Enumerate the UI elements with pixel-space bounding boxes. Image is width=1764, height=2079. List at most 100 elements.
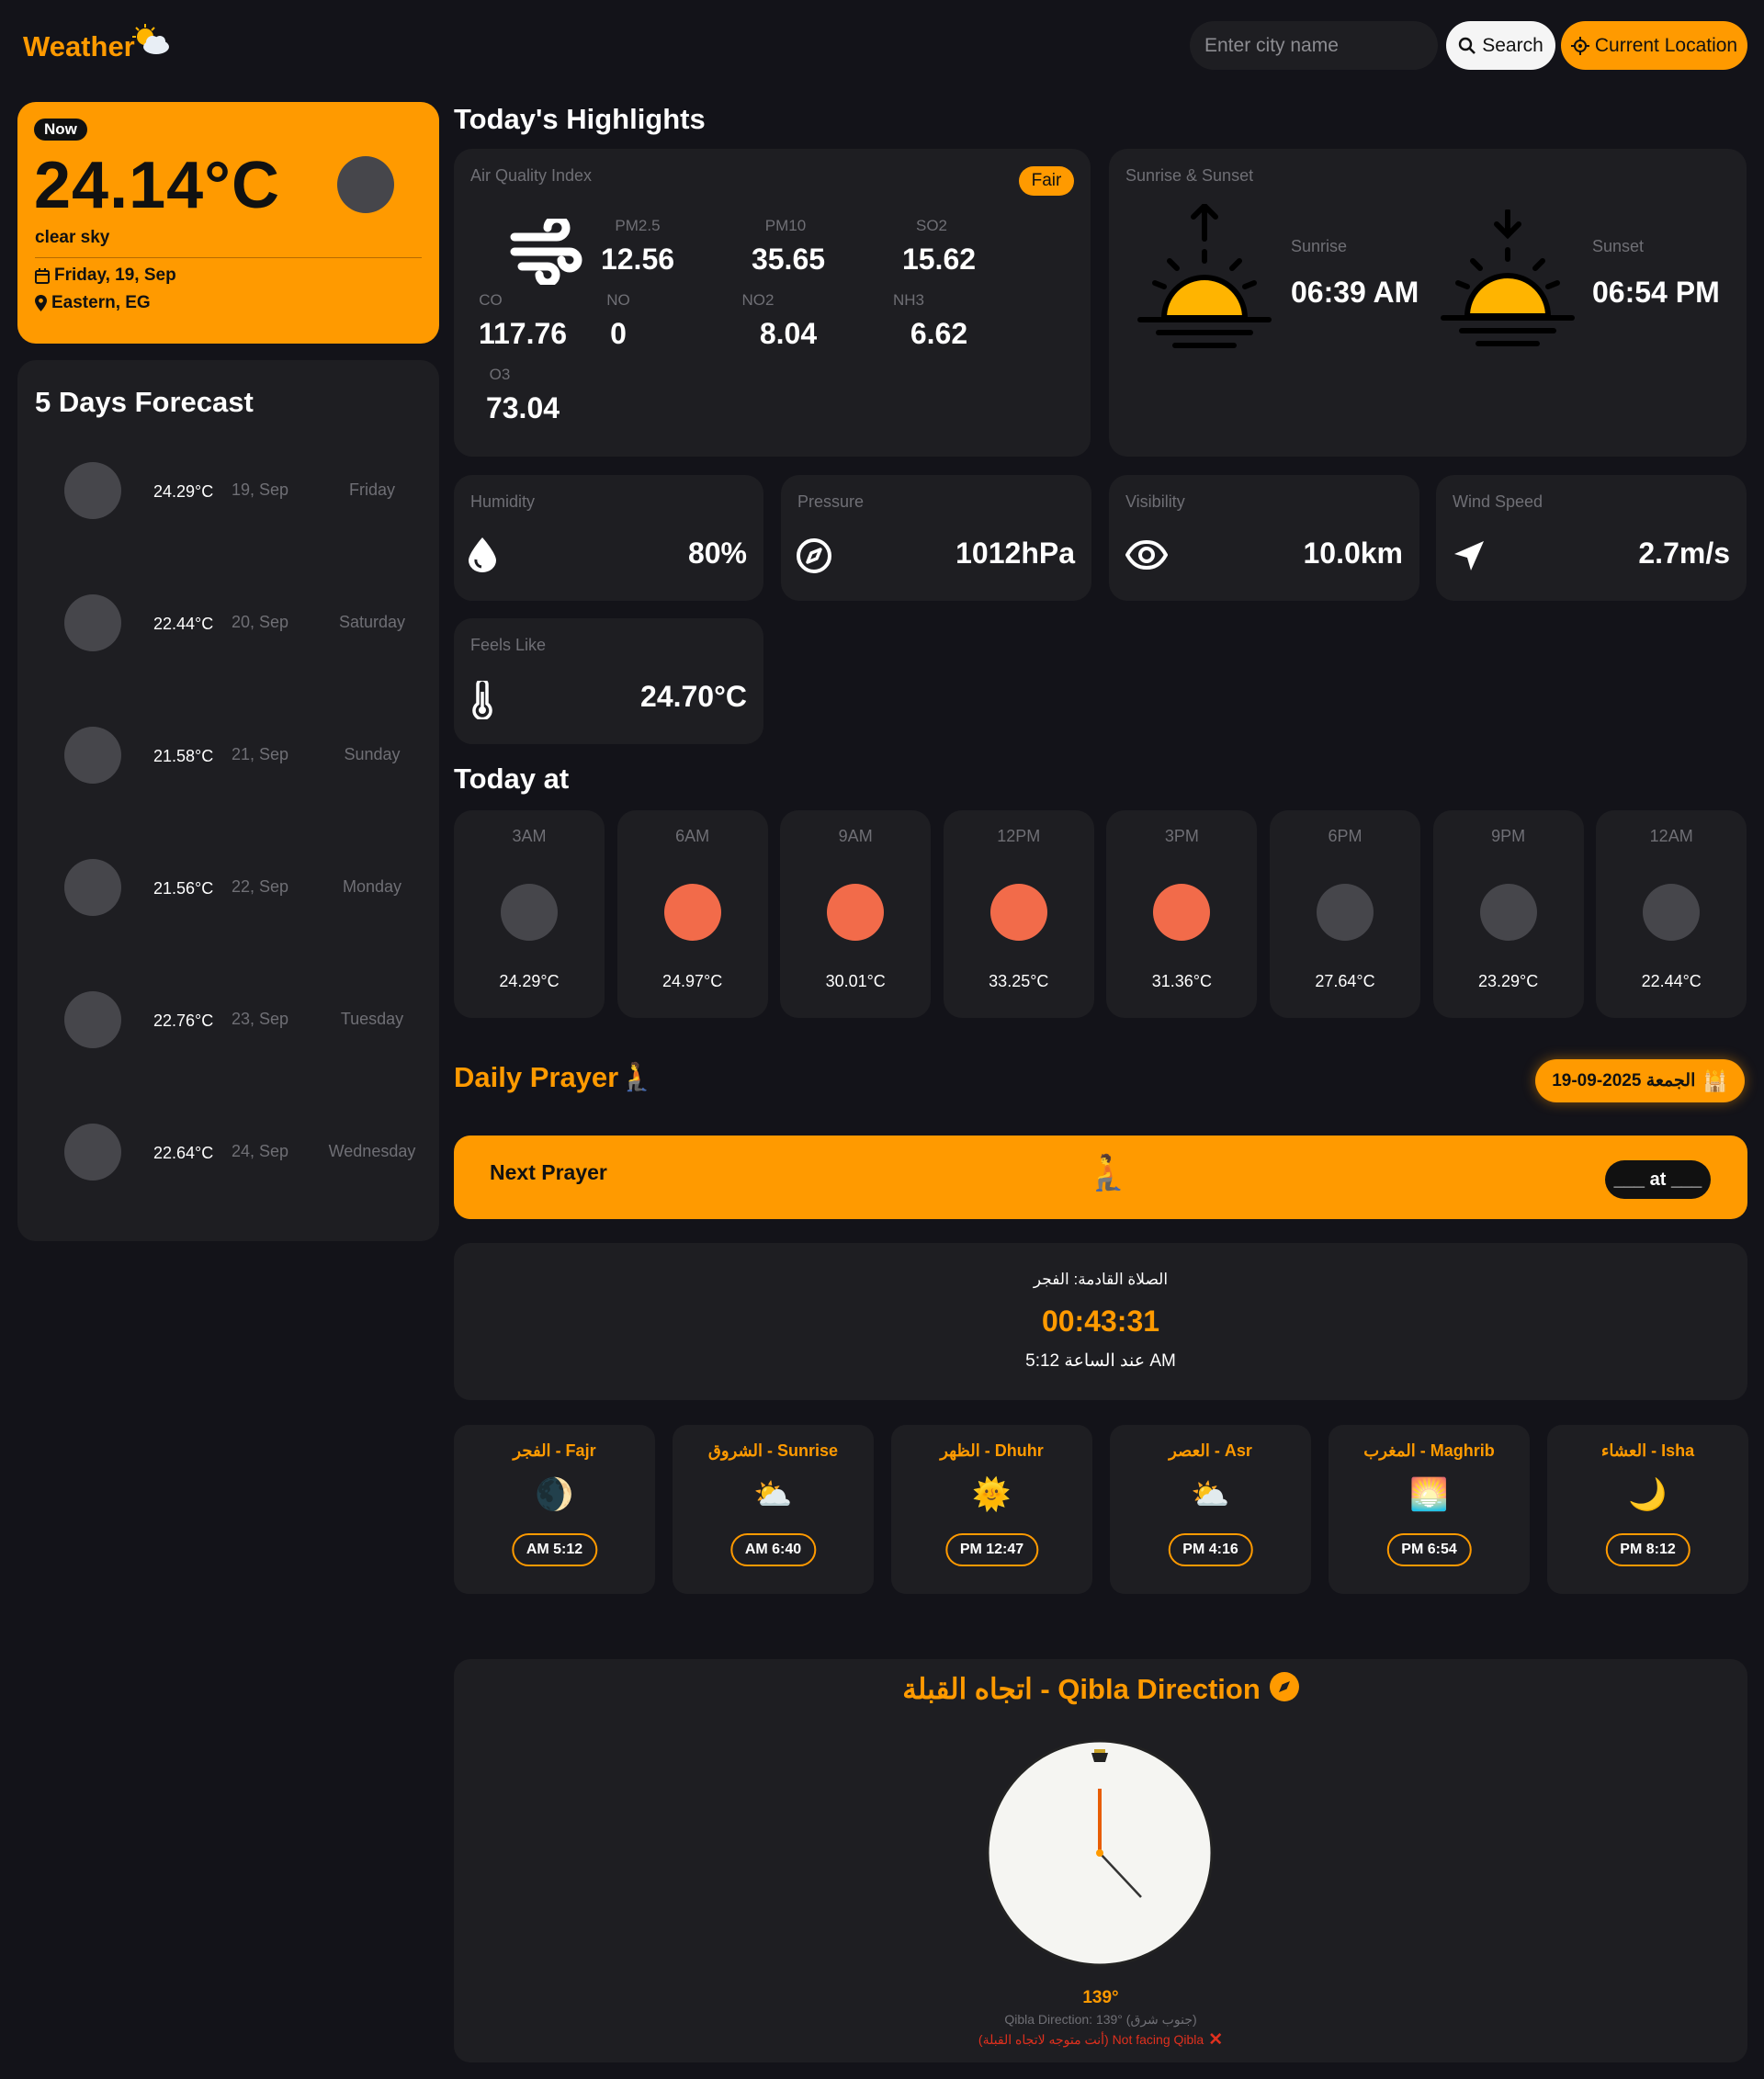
compass-icon: [796, 537, 832, 579]
forecast-row: 21.58°C 21, Sep Sunday: [17, 727, 439, 784]
moon-icon: [501, 884, 558, 941]
nh3-value: 6.62: [910, 317, 968, 350]
sunset-time: 06:54 PM: [1592, 276, 1720, 309]
qibla-title: اتجاه القبلة - Qibla Direction: [902, 1672, 1261, 1705]
prayer-time-card: الفجر - Fajr 🌒 AM 5:12: [454, 1425, 655, 1594]
moon-icon: [1317, 884, 1374, 941]
prayer-name: المغرب - Maghrib: [1363, 1441, 1495, 1460]
hour-temp: 27.64°C: [1315, 972, 1375, 990]
visibility-card: Visibility 10.0km: [1109, 475, 1419, 601]
forecast-date: 24, Sep: [231, 1142, 289, 1160]
prayer-time: PM 6:54: [1386, 1533, 1472, 1566]
forecast-day: Sunday: [344, 745, 401, 763]
prayer-icon: ⛅: [753, 1477, 793, 1512]
sun-icon: [1153, 884, 1211, 941]
forecast-card: 5 Days Forecast 24.29°C 19, Sep Friday 2…: [17, 360, 439, 1241]
mosque-icon: 🕌: [1702, 1068, 1728, 1092]
search-button[interactable]: Search: [1446, 21, 1555, 70]
visibility-label: Visibility: [1125, 492, 1185, 511]
hourly-card: 6AM 24.97°C: [616, 810, 768, 1018]
current-location-label: Current Location: [1594, 34, 1738, 56]
hour-time: 3PM: [1164, 827, 1199, 845]
forecast-temp: 21.58°C: [153, 747, 214, 765]
countdown-timer: 00:43:31: [1041, 1305, 1160, 1338]
prayer-name: الشروق - Sunrise: [707, 1441, 839, 1460]
so2-name: SO2: [915, 217, 948, 234]
weather-icon: [64, 462, 121, 519]
prayer-time-card: المغرب - Maghrib 🌅 PM 6:54: [1329, 1425, 1530, 1594]
partly-cloudy-icon: [132, 24, 171, 57]
hour-temp: 30.01°C: [825, 972, 886, 990]
hourly-card: 12PM 33.25°C: [943, 810, 1094, 1018]
hourly-card: 9AM 30.01°C: [780, 810, 932, 1018]
countdown-at: عند الساعة 5:12 AM: [1025, 1351, 1176, 1371]
prayer-icon: 🌒: [535, 1477, 574, 1512]
pm10-value: 35.65: [751, 243, 826, 276]
prayer-icon: 🌞: [972, 1477, 1012, 1512]
qibla-degrees: 139°: [1082, 1988, 1119, 2007]
location-text: Eastern, EG: [51, 293, 151, 312]
pm10-name: PM10: [764, 217, 807, 234]
sunrise-sunset-card: Sunrise & Sunset Sunrise 06:39 AM Sunset…: [1109, 149, 1747, 457]
forecast-row: 22.76°C 23, Sep Tuesday: [17, 991, 439, 1048]
praying-person-icon: 🧎: [619, 1062, 654, 1092]
hour-time: 9PM: [1491, 827, 1526, 845]
current-weather-card: Now 24.14°C clear sky Friday, 19, Sep Ea…: [17, 102, 439, 344]
prayer-time-card: الشروق - Sunrise ⛅ AM 6:40: [673, 1425, 874, 1594]
moon-icon: [1479, 884, 1537, 941]
sunrise-time: 06:39 AM: [1291, 276, 1419, 309]
prayer-time: AM 5:12: [511, 1533, 598, 1566]
forecast-day: Wednesday: [328, 1142, 416, 1160]
forecast-title: 5 Days Forecast: [35, 386, 254, 418]
no-name: NO: [606, 291, 630, 309]
no2-value: 8.04: [759, 317, 818, 350]
prayer-icon: ⛅: [1191, 1477, 1230, 1512]
forecast-row: 21.56°C 22, Sep Monday: [17, 859, 439, 916]
hour-temp: 22.44°C: [1641, 972, 1702, 990]
weather-icon: [337, 156, 394, 213]
map-pin-icon: [35, 295, 47, 311]
hour-temp: 31.36°C: [1151, 972, 1213, 990]
prayer-date-text: الجمعة 2025-09-19: [1552, 1071, 1696, 1090]
today-title: Today at: [454, 763, 570, 795]
search-icon: [1459, 37, 1476, 54]
pressure-card: Pressure 1012hPa: [781, 475, 1091, 601]
pressure-label: Pressure: [797, 492, 865, 511]
prayer-name: الفجر - Fajr: [513, 1441, 596, 1460]
next-prayer-bar: Next Prayer 🧎 ___ at ___: [454, 1136, 1747, 1219]
no2-name: NO2: [741, 291, 775, 309]
prayer-icon: 🌅: [1409, 1477, 1449, 1512]
forecast-date: 21, Sep: [231, 745, 289, 763]
cross-icon: ✕: [1208, 2030, 1224, 2050]
eye-icon: [1125, 539, 1169, 575]
current-location-button[interactable]: Current Location: [1561, 21, 1747, 70]
compass-icon: [1269, 1672, 1299, 1706]
navigation-arrow-icon: [1453, 539, 1486, 577]
sunrise-label: Sunrise: [1291, 237, 1348, 255]
forecast-temp: 22.44°C: [153, 615, 214, 633]
prayer-countdown-card: الصلاة القادمة: الفجر 00:43:31 عند الساع…: [454, 1243, 1747, 1400]
hour-time: 9AM: [838, 827, 873, 845]
wind-value: 2.7m/s: [1638, 537, 1730, 570]
city-search-input[interactable]: [1190, 21, 1438, 70]
hour-temp: 33.25°C: [989, 972, 1049, 990]
hour-time: 6AM: [675, 827, 710, 845]
sunrise-icon: [1131, 201, 1287, 356]
hour-temp: 23.29°C: [1477, 972, 1539, 990]
forecast-temp: 21.56°C: [153, 879, 214, 898]
qibla-status-text: (أنت متوجه لاتجاه القبلة) Not facing Qib…: [978, 2032, 1204, 2047]
sun-icon: [663, 884, 721, 941]
prayer-name: الظهر - Dhuhr: [940, 1441, 1044, 1460]
sun-label: Sunrise & Sunset: [1125, 166, 1254, 185]
forecast-temp: 22.76°C: [153, 1011, 214, 1030]
pm25-name: PM2.5: [615, 217, 661, 234]
prayer-time: PM 12:47: [944, 1533, 1039, 1566]
prayer-name: العصر - Asr: [1169, 1441, 1252, 1460]
forecast-day: Monday: [342, 877, 402, 896]
qibla-status: (أنت متوجه لاتجاه القبلة) Not facing Qib…: [454, 2029, 1747, 2051]
weather-icon: [64, 594, 121, 651]
prayer-time-card: العشاء - Isha 🌙 PM 8:12: [1547, 1425, 1748, 1594]
date-text: Friday, 19, Sep: [54, 266, 176, 285]
hourly-card: 6PM 27.64°C: [1270, 810, 1420, 1018]
forecast-day: Friday: [348, 480, 395, 499]
